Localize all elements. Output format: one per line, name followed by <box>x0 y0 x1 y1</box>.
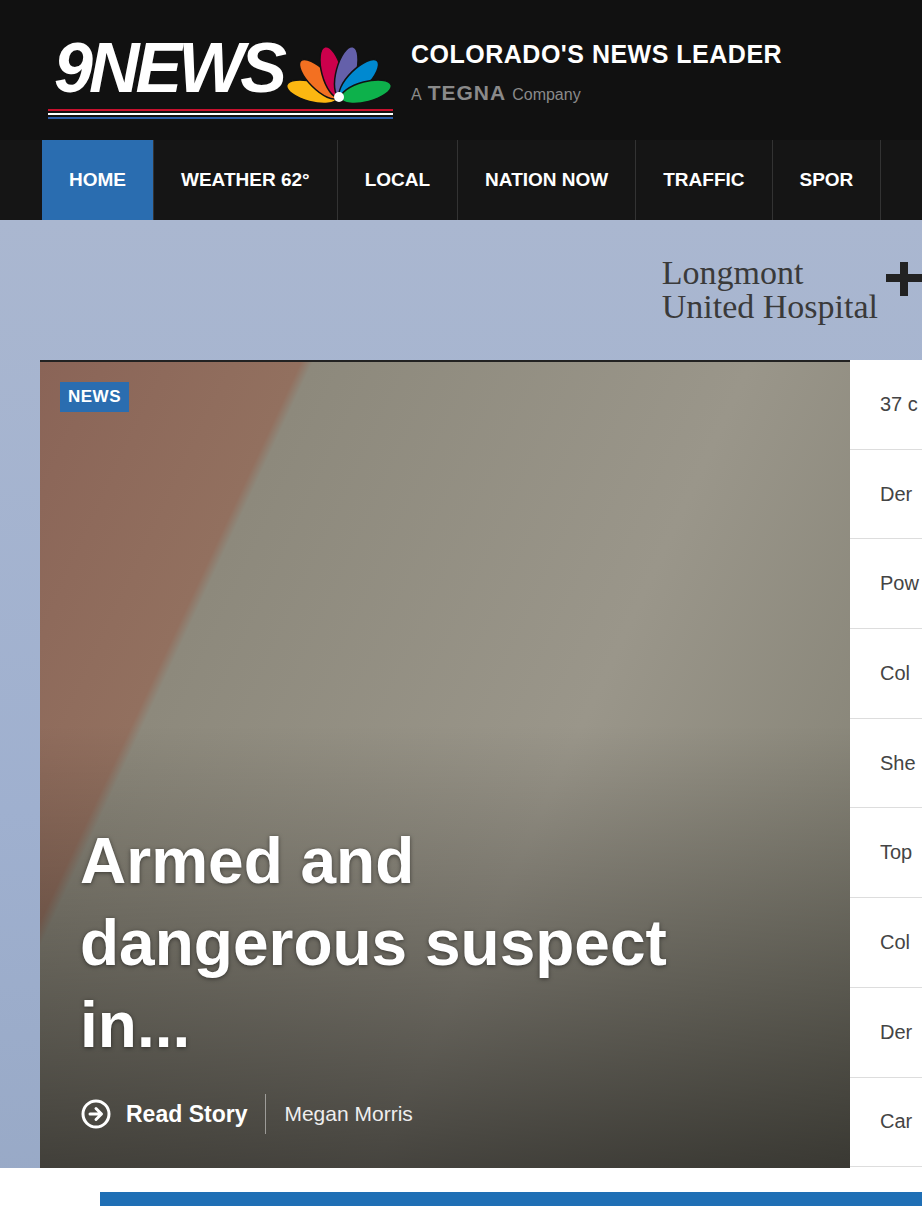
page: 9NEWS COLORADO'S NEWS LEADER A TEGNA Company… <box>0 0 922 1206</box>
byline-separator <box>265 1094 266 1134</box>
stripe-blue <box>48 117 393 119</box>
headline-list-item[interactable]: Top <box>850 808 922 898</box>
company-suffix: Company <box>512 86 580 104</box>
nav-item[interactable]: WEATHER 62° <box>154 140 338 220</box>
nav-item[interactable]: LOCAL <box>338 140 458 220</box>
ad-banner[interactable]: LongmontUnited Hospital <box>0 220 922 360</box>
ad-line: United Hospital <box>662 290 878 324</box>
nav-item[interactable]: SPOR <box>773 140 882 220</box>
headline-list-item[interactable]: Der <box>850 450 922 540</box>
hero-card[interactable]: NEWS Armed and dangerous suspect in... Rea… <box>40 360 850 1168</box>
company-name: TEGNA <box>428 81 507 105</box>
stripe-white <box>48 113 393 115</box>
headline-list-item[interactable]: Der <box>850 988 922 1078</box>
ad-line: Longmont <box>662 256 878 290</box>
author: Megan Morris <box>284 1102 412 1126</box>
nav-item[interactable]: TRAFFIC <box>636 140 772 220</box>
headline-list-item[interactable]: Pow <box>850 539 922 629</box>
headline-list-item[interactable]: Col <box>850 898 922 988</box>
bottom-strip <box>0 1168 922 1206</box>
headline-list-item[interactable]: Col <box>850 629 922 719</box>
headline[interactable]: Armed and dangerous suspect in... <box>80 820 720 1066</box>
logo-row: 9NEWS <box>54 33 393 103</box>
company-prefix: A <box>411 86 422 104</box>
main-nav: HOMEWEATHER 62°LOCALNATION NOWTRAFFICSPO… <box>0 140 922 220</box>
hospital-cross-icon <box>886 256 922 300</box>
peacock-logo-icon <box>285 41 393 103</box>
brand: COLORADO'S NEWS LEADER A TEGNA Company <box>411 36 782 105</box>
nav-item[interactable]: HOME <box>42 140 154 220</box>
read-story-link[interactable]: Read Story <box>80 1098 247 1130</box>
ad-text: LongmontUnited Hospital <box>662 256 878 324</box>
hero-row: NEWS Armed and dangerous suspect in... Rea… <box>0 360 922 1168</box>
news-badge: NEWS <box>60 382 129 412</box>
company: A TEGNA Company <box>411 81 782 105</box>
logo-text: 9NEWS <box>54 33 283 103</box>
logo-stripe <box>48 109 393 119</box>
tagline: COLORADO'S NEWS LEADER <box>411 40 782 69</box>
section-bar <box>100 1192 922 1206</box>
main-content: LongmontUnited Hospital NEWS Armed and dan… <box>0 220 922 1206</box>
stripe-red <box>48 109 393 111</box>
logo[interactable]: 9NEWS <box>48 21 393 119</box>
byline: Read Story Megan Morris <box>80 1094 810 1134</box>
headline-list-item[interactable]: She <box>850 719 922 809</box>
arrow-circle-icon <box>80 1098 112 1130</box>
headline-list: 37 cDerPowColSheTopColDerCar <box>850 360 922 1168</box>
headline-list-item[interactable]: Car <box>850 1078 922 1168</box>
read-story-label: Read Story <box>126 1101 247 1128</box>
nav-item[interactable]: NATION NOW <box>458 140 636 220</box>
site-header: 9NEWS COLORADO'S NEWS LEADER A TEGNA Company <box>0 0 922 140</box>
headline-list-item[interactable]: 37 c <box>850 360 922 450</box>
hero-caption: Armed and dangerous suspect in... Read St… <box>60 820 810 1134</box>
